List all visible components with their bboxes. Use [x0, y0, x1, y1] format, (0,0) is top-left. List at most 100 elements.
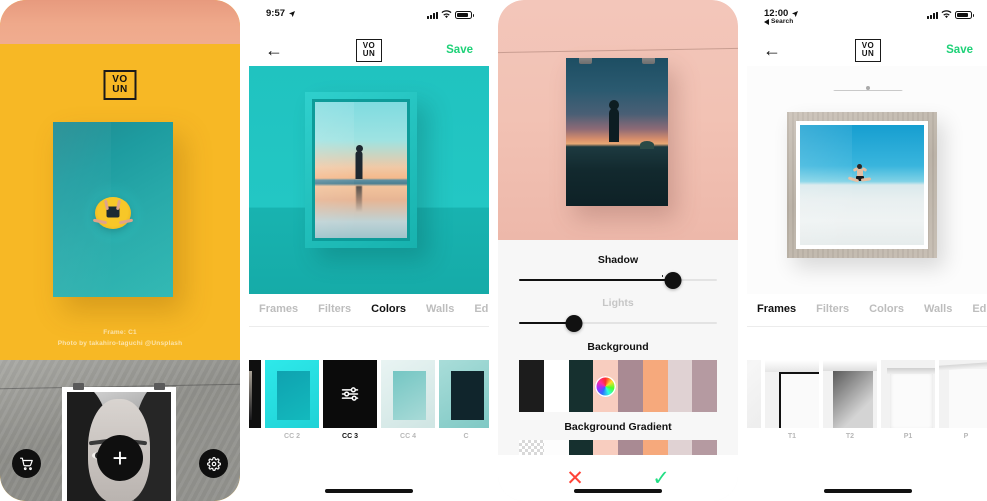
frame-preset-row[interactable]: T1 T2 P1 P [747, 360, 987, 440]
home-indicator [824, 489, 912, 493]
background-label: Background [587, 341, 649, 353]
add-artwork-button[interactable]: + [97, 435, 143, 481]
preset-label: CC 4 [400, 433, 416, 440]
back-to-search-label: Search [771, 17, 794, 25]
voun-logo-line2: UN [112, 84, 128, 95]
tab-frames[interactable]: Frames [249, 303, 308, 315]
photo-bush [639, 140, 654, 149]
home-indicator [574, 489, 662, 493]
phone-frames-editor: 12:00 Search ← VO UN Save Frames Filters… [747, 0, 987, 501]
tabs-divider [249, 326, 489, 327]
tab-walls[interactable]: Walls [416, 303, 464, 315]
artwork-canvas[interactable] [498, 0, 738, 240]
shadow-label: Shadow [597, 254, 639, 266]
lights-label: Lights [602, 297, 634, 309]
voun-logo-line2: UN [362, 49, 376, 58]
bg-swatch-rose[interactable] [692, 360, 717, 412]
artwork-canvas[interactable] [747, 66, 987, 294]
bg-swatch-mauve[interactable] [618, 360, 643, 412]
preset-label: 1 [249, 433, 261, 440]
tab-walls[interactable]: Walls [914, 303, 962, 315]
tab-colors[interactable]: Colors [361, 303, 416, 315]
preset-label: P1 [903, 433, 913, 440]
photo-figure [847, 163, 871, 183]
photo-reflection [356, 186, 363, 213]
gear-icon [206, 456, 221, 471]
frame-preset-p2[interactable]: P [939, 360, 987, 440]
background-gradient-label: Background Gradient [564, 421, 672, 433]
frame-preset-t2[interactable]: T2 [823, 360, 877, 440]
back-triangle-icon [764, 19, 769, 26]
bg-swatch-black[interactable] [519, 360, 544, 412]
voun-logo: VO UN [855, 38, 881, 62]
color-preset-row[interactable]: 1 CC 2 CC 3 [249, 360, 489, 440]
photo-figure [608, 108, 619, 143]
swim-ring [95, 197, 131, 229]
lights-slider[interactable] [519, 314, 717, 332]
back-button[interactable]: ← [763, 41, 781, 59]
save-button[interactable]: Save [446, 44, 473, 56]
tab-filters[interactable]: Filters [806, 303, 859, 315]
cancel-button[interactable]: ✕ [566, 468, 584, 489]
notch-bar [0, 0, 240, 44]
editor-tabs: Frames Filters Colors Walls Edit M [249, 294, 489, 324]
preset-cc4[interactable]: CC 4 [381, 360, 435, 440]
framed-artwork[interactable] [787, 112, 937, 258]
tab-frames[interactable]: Frames [747, 303, 806, 315]
bg-swatch-orange[interactable] [642, 360, 668, 412]
shadow-slider[interactable] [519, 271, 717, 289]
voun-logo-line2: UN [861, 49, 875, 58]
bg-swatch-white[interactable] [543, 360, 569, 412]
tab-edit[interactable]: Edit [962, 303, 987, 315]
sliders-icon [323, 360, 377, 428]
status-time: 9:57 [266, 8, 286, 19]
clip-right-icon [642, 58, 655, 64]
featured-artwork[interactable] [53, 122, 173, 297]
preset-label: T2 [845, 433, 855, 440]
battery-icon [955, 10, 974, 19]
hanging-poster[interactable] [566, 58, 668, 206]
bg-swatch-dark-green[interactable] [568, 360, 594, 412]
wifi-icon [941, 10, 952, 19]
battery-icon [455, 10, 474, 19]
preset-label: CC 2 [284, 433, 300, 440]
status-bar: 9:57 [249, 0, 489, 34]
preset-label: C [463, 433, 469, 440]
preset-cc2[interactable]: CC 2 [265, 360, 319, 440]
artwork-canvas[interactable] [249, 66, 489, 294]
tab-colors[interactable]: Colors [859, 303, 914, 315]
back-to-search[interactable]: Search [764, 17, 799, 26]
caption-frame: Frame: C1 [103, 329, 137, 336]
photo-figure [355, 150, 363, 179]
frame-preset-t1[interactable]: T1 [765, 360, 819, 440]
bg-swatch-color-picker[interactable] [593, 360, 618, 412]
cart-button[interactable] [12, 449, 41, 478]
settings-button[interactable] [199, 449, 228, 478]
confirm-bar: ✕ ✓ [498, 455, 738, 501]
preset-label: P [963, 433, 969, 440]
tab-filters[interactable]: Filters [308, 303, 361, 315]
glass-reflection [800, 125, 853, 245]
tab-edit[interactable]: Edit [464, 303, 489, 315]
tabs-divider [747, 326, 987, 327]
plus-icon: + [112, 442, 128, 473]
preset-cc1[interactable]: 1 [249, 360, 261, 440]
next-artwork-preview[interactable]: + [0, 360, 240, 501]
frame-preset-p1[interactable]: P1 [881, 360, 935, 440]
save-button[interactable]: Save [946, 44, 973, 56]
nav-bar: ← VO UN Save [249, 34, 489, 66]
confirm-button[interactable]: ✓ [652, 468, 670, 489]
bg-swatch-blush[interactable] [667, 360, 693, 412]
glass-reflection [315, 102, 354, 238]
preset-cc3[interactable]: CC 3 [323, 360, 377, 440]
status-bar: 12:00 Search [747, 0, 987, 34]
color-wheel-icon [595, 375, 617, 397]
phone-adjust-editor: Shadow Lights Background Background Grad… [498, 0, 738, 501]
framed-artwork[interactable] [305, 92, 417, 248]
preset-cc5[interactable]: C [439, 360, 489, 440]
voun-logo: VO UN [356, 38, 382, 62]
frame-preset-0[interactable] [747, 360, 761, 433]
back-button[interactable]: ← [265, 41, 283, 59]
background-swatch-row[interactable] [519, 360, 717, 412]
voun-logo: VO UN [103, 70, 137, 100]
